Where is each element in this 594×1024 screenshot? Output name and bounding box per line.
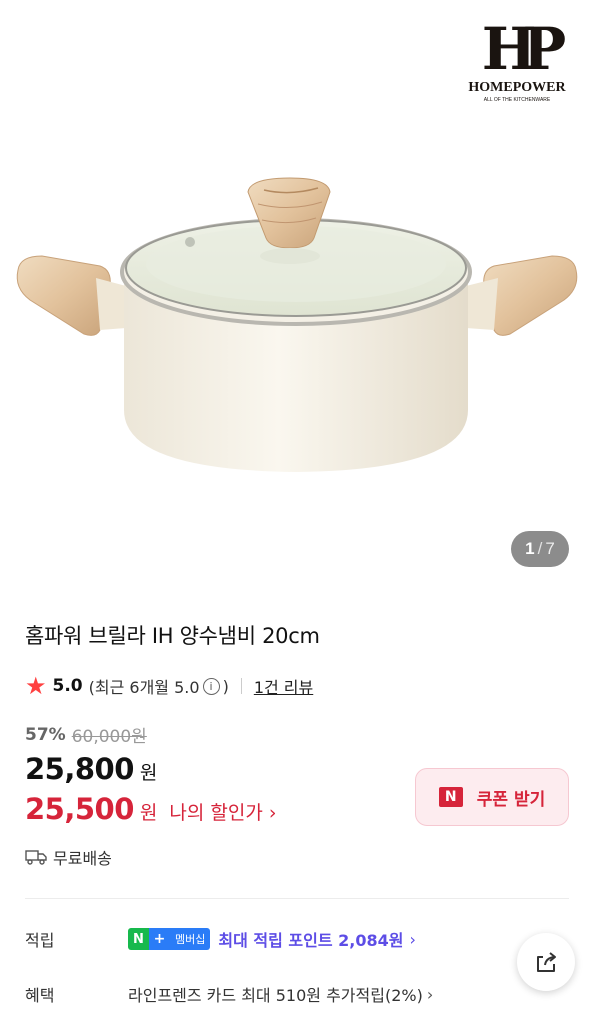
discount-percent: 57% bbox=[25, 724, 66, 745]
chevron-right-icon: › bbox=[426, 984, 434, 1004]
membership-n: N bbox=[128, 928, 149, 950]
rating-score: 5.0 bbox=[52, 676, 83, 696]
chevron-right-icon: › bbox=[268, 802, 277, 824]
logo-tagline: ALL OF THE KITCHENWARE bbox=[483, 97, 551, 103]
logo-monogram: HP bbox=[481, 15, 566, 83]
share-button[interactable] bbox=[517, 933, 575, 991]
rating-recent: (최근 6개월 5.0 bbox=[88, 678, 200, 697]
points-row[interactable]: 적립 N + 멤버십 최대 적립 포인트 2,084원 › bbox=[25, 927, 416, 951]
star-icon: ★ bbox=[25, 672, 47, 700]
chevron-right-icon: › bbox=[409, 929, 416, 949]
rating-summary: ★ 5.0 (최근 6개월 5.0 i ) 1건 리뷰 bbox=[25, 674, 313, 698]
naver-n-icon: N bbox=[438, 787, 463, 807]
original-price-row: 57% 60,000원 bbox=[25, 722, 147, 748]
info-icon[interactable]: i bbox=[202, 677, 220, 695]
brand-logo: HP HOMEPOWER ALL OF THE KITCHENWARE bbox=[462, 15, 572, 103]
truck-icon bbox=[25, 850, 47, 865]
sale-price-value: 25,800 bbox=[25, 752, 134, 786]
rating-recent-close: ) bbox=[222, 676, 229, 696]
product-photo bbox=[16, 177, 578, 472]
my-price-value: 25,500 bbox=[25, 792, 134, 826]
section-divider bbox=[25, 898, 569, 899]
counter-total: 7 bbox=[545, 539, 555, 558]
perks-key: 혜택 bbox=[25, 986, 55, 1005]
counter-separator: / bbox=[537, 539, 543, 558]
shipping-info: 무료배송 bbox=[25, 845, 112, 869]
perks-row[interactable]: 혜택 라인프렌즈 카드 최대 510원 추가적립(2%) › bbox=[25, 982, 433, 1006]
coupon-button[interactable]: N 쿠폰 받기 bbox=[415, 768, 569, 826]
image-counter: 1/7 bbox=[511, 531, 569, 567]
coupon-label: 쿠폰 받기 bbox=[476, 789, 546, 810]
my-price[interactable]: 25,500 원 나의 할인가 › bbox=[25, 792, 276, 826]
original-price: 60,000원 bbox=[71, 727, 147, 747]
reviews-link[interactable]: 1건 리뷰 bbox=[254, 674, 313, 698]
my-price-label: 나의 할인가 bbox=[169, 802, 263, 824]
membership-plus: + bbox=[149, 928, 170, 950]
counter-current: 1 bbox=[525, 539, 535, 558]
logo-brand: HOMEPOWER bbox=[468, 80, 566, 95]
membership-label: 멤버십 bbox=[170, 928, 211, 950]
points-key: 적립 bbox=[25, 931, 55, 950]
my-price-unit: 원 bbox=[139, 802, 158, 824]
product-title: 홈파워 브릴라 IH 양수냄비 20cm bbox=[25, 624, 320, 648]
share-icon bbox=[537, 952, 556, 972]
points-value: 최대 적립 포인트 2,084원 bbox=[218, 931, 404, 950]
shipping-label: 무료배송 bbox=[53, 849, 112, 868]
sale-price: 25,800 원 bbox=[25, 752, 157, 786]
divider bbox=[240, 678, 242, 694]
product-image-gallery[interactable]: HP HOMEPOWER ALL OF THE KITCHENWARE 1 / … bbox=[0, 0, 594, 594]
membership-badge: N + 멤버십 bbox=[128, 928, 211, 950]
perks-value: 라인프렌즈 카드 최대 510원 추가적립(2%) bbox=[128, 986, 423, 1005]
sale-price-unit: 원 bbox=[139, 762, 158, 784]
